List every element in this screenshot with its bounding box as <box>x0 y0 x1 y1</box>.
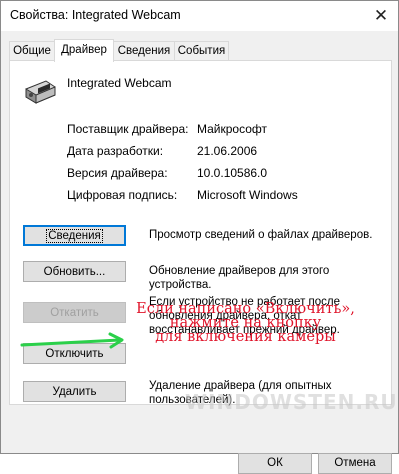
tab-driver[interactable]: Драйвер <box>54 39 114 62</box>
annotation-text: Если написано «Включить», нажмите на кно… <box>128 301 363 345</box>
annotation-line-3: для включения камеры <box>155 329 336 345</box>
close-icon[interactable]: ✕ <box>364 1 398 31</box>
signature-label: Цифровая подпись: <box>67 188 178 202</box>
update-description: Обновление драйверов для этого устройств… <box>149 265 330 291</box>
tab-events[interactable]: События <box>174 41 229 60</box>
details-description: Просмотр сведений о файлах драйверов. <box>149 229 373 241</box>
version-label: Версия драйвера: <box>67 166 168 180</box>
annotation-line-2: нажмите на кнопку <box>169 315 322 331</box>
window-title: Свойства: Integrated Webcam <box>10 8 181 22</box>
details-button[interactable]: Сведения <box>23 225 126 246</box>
device-name: Integrated Webcam <box>67 76 172 90</box>
version-value: 10.0.10586.0 <box>197 166 268 180</box>
properties-window: Свойства: Integrated Webcam ✕ Общие Драй… <box>0 0 399 474</box>
annotation-arrow-icon <box>20 332 124 349</box>
signature-value: Microsoft Windows <box>197 188 298 202</box>
rollback-button[interactable]: Откатить <box>23 302 126 323</box>
watermark: WINDOWSTEN.RU <box>185 390 398 414</box>
date-label: Дата разработки: <box>67 144 164 158</box>
details-button-label: Сведения <box>46 229 103 243</box>
cancel-button[interactable]: Отмена <box>318 453 392 474</box>
date-value: 21.06.2006 <box>197 144 258 158</box>
ok-button[interactable]: ОК <box>238 453 312 474</box>
uninstall-button[interactable]: Удалить <box>23 381 126 402</box>
provider-label: Поставщик драйвера: <box>67 122 189 136</box>
provider-value: Майкрософт <box>197 122 268 136</box>
title-bar: Свойства: Integrated Webcam ✕ <box>1 1 398 31</box>
driver-panel: Integrated Webcam Поставщик драйвера: Ма… <box>9 60 392 406</box>
update-button[interactable]: Обновить... <box>23 261 126 282</box>
tab-general[interactable]: Общие <box>9 41 55 60</box>
tab-details[interactable]: Сведения <box>113 41 175 60</box>
webcam-icon <box>25 80 56 104</box>
annotation-line-1: Если написано «Включить», <box>136 301 355 317</box>
